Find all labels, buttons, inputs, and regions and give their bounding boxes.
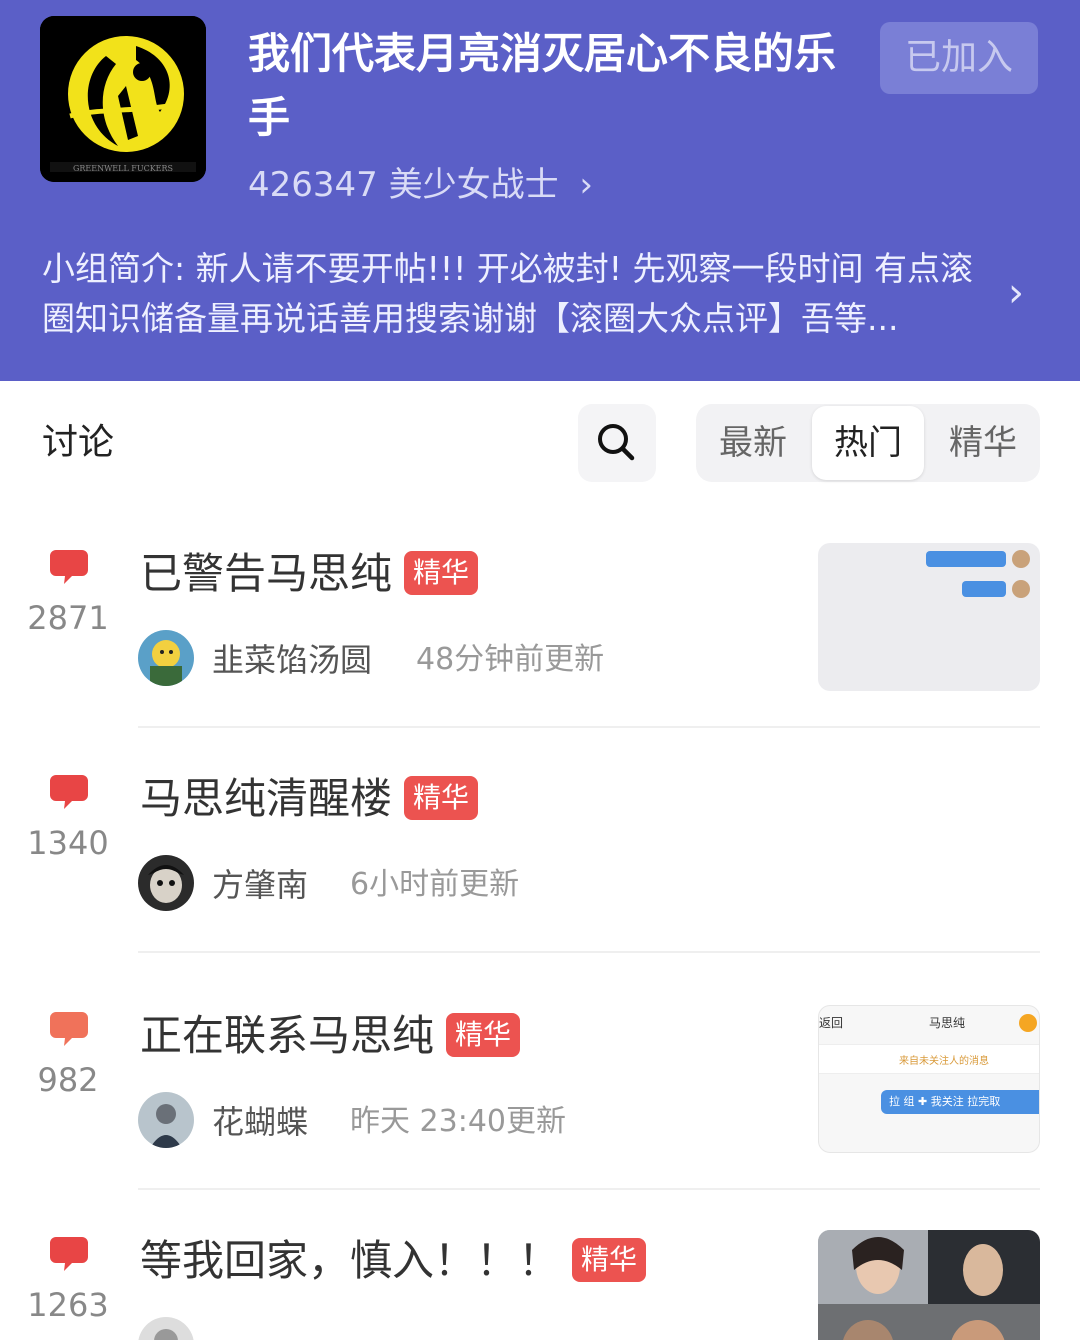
post-title-text: 已警告马思纯: [140, 549, 393, 598]
divider: [138, 1188, 1040, 1190]
avatar[interactable]: [138, 630, 194, 686]
post-thumbnail[interactable]: 返回 马思纯 来自未关注人的消息 拉 组 ✚ 我关注 拉完取: [818, 1005, 1040, 1153]
post-title[interactable]: 马思纯清醒楼 精华: [140, 773, 479, 825]
post-title-text: 正在联系马思纯: [140, 1011, 435, 1060]
post-thumbnail[interactable]: [818, 1230, 1040, 1340]
joined-button[interactable]: 已加入: [880, 22, 1038, 94]
update-time: 6小时前更新: [350, 867, 520, 902]
chevron-right-icon: ›: [579, 165, 594, 205]
thumb-chat-title: 马思纯: [929, 1016, 966, 1030]
featured-tag: 精华: [404, 775, 479, 820]
comment-count: 1340: [27, 824, 109, 862]
avatar[interactable]: [138, 1092, 194, 1148]
post-title-text: 等我回家，慎入！！！: [140, 1236, 561, 1285]
comment-count: 1263: [27, 1286, 109, 1324]
post-title[interactable]: 等我回家，慎入！！！ 精华: [140, 1235, 647, 1287]
comment-bubble-icon: [50, 1012, 88, 1046]
author-name[interactable]: 方肇南: [212, 865, 308, 905]
thumb-notice: 来自未关注人的消息: [899, 1056, 989, 1067]
search-icon: [598, 424, 635, 461]
comment-count: 982: [37, 1061, 99, 1099]
member-name: 美少女战士: [388, 165, 559, 205]
band-logo-icon: GREENWELL FUCKERS: [40, 16, 206, 182]
post-thumbnail[interactable]: [818, 543, 1040, 691]
group-logo[interactable]: GREENWELL FUCKERS: [40, 16, 206, 182]
comment-bubble-icon: [50, 550, 88, 584]
comment-bubble-icon: [50, 775, 88, 809]
group-header: GREENWELL FUCKERS 我们代表月亮消灭居心不良的乐手 已加入 42…: [0, 0, 1080, 381]
thumb-chat-bar: 拉 组 ✚ 我关注 拉完取: [881, 1090, 1039, 1114]
divider: [138, 951, 1040, 953]
post-title-text: 马思纯清醒楼: [140, 774, 393, 823]
author-name[interactable]: 韭菜馅汤圆: [212, 640, 372, 680]
post-item[interactable]: 1340 马思纯清醒楼 精华 方肇南 6小时前更新: [0, 745, 1080, 955]
thumb-back-text: 返回: [819, 1016, 844, 1030]
post-title[interactable]: 已警告马思纯 精华: [140, 548, 479, 600]
tab-hot[interactable]: 热门: [812, 406, 924, 480]
comment-count: 2871: [27, 599, 109, 637]
comment-bubble-icon: [50, 1237, 88, 1271]
divider: [138, 726, 1040, 728]
group-title: 我们代表月亮消灭居心不良的乐手: [248, 29, 837, 142]
post-item[interactable]: 1263 等我回家，慎入！！！ 精华: [0, 1207, 1080, 1340]
author-name[interactable]: 花蝴蝶: [212, 1102, 308, 1142]
featured-tag: 精华: [572, 1237, 647, 1282]
member-link[interactable]: 426347 美少女战士 ›: [248, 160, 593, 210]
avatar[interactable]: [138, 1317, 194, 1340]
svg-text:GREENWELL FUCKERS: GREENWELL FUCKERS: [73, 164, 173, 173]
post-item[interactable]: 2871 已警告马思纯 精华 韭菜馅汤圆 48分钟前更新: [0, 520, 1080, 730]
member-count: 426347: [248, 165, 378, 205]
update-time: 48分钟前更新: [416, 642, 605, 677]
featured-tag: 精华: [446, 1012, 521, 1057]
section-label: 讨论: [42, 422, 115, 463]
thumb-badge: [1019, 1014, 1037, 1032]
featured-tag: 精华: [404, 550, 479, 595]
sort-tabs: 最新 热门 精华: [696, 404, 1040, 482]
post-title[interactable]: 正在联系马思纯 精华: [140, 1010, 521, 1062]
post-item[interactable]: 982 正在联系马思纯 精华 花蝴蝶 昨天 23:40更新 返回 马思纯 来自未关…: [0, 982, 1080, 1192]
group-intro[interactable]: 小组简介: 新人请不要开帖!!! 开必被封! 先观察一段时间 有点滚圈知识储备量…: [42, 244, 1002, 344]
tab-latest[interactable]: 最新: [696, 404, 810, 482]
avatar[interactable]: [138, 855, 194, 911]
update-time: 昨天 23:40更新: [350, 1104, 566, 1139]
search-button[interactable]: [578, 404, 656, 482]
intro-chevron-right-icon[interactable]: ›: [1008, 268, 1024, 318]
tab-featured[interactable]: 精华: [926, 404, 1040, 482]
